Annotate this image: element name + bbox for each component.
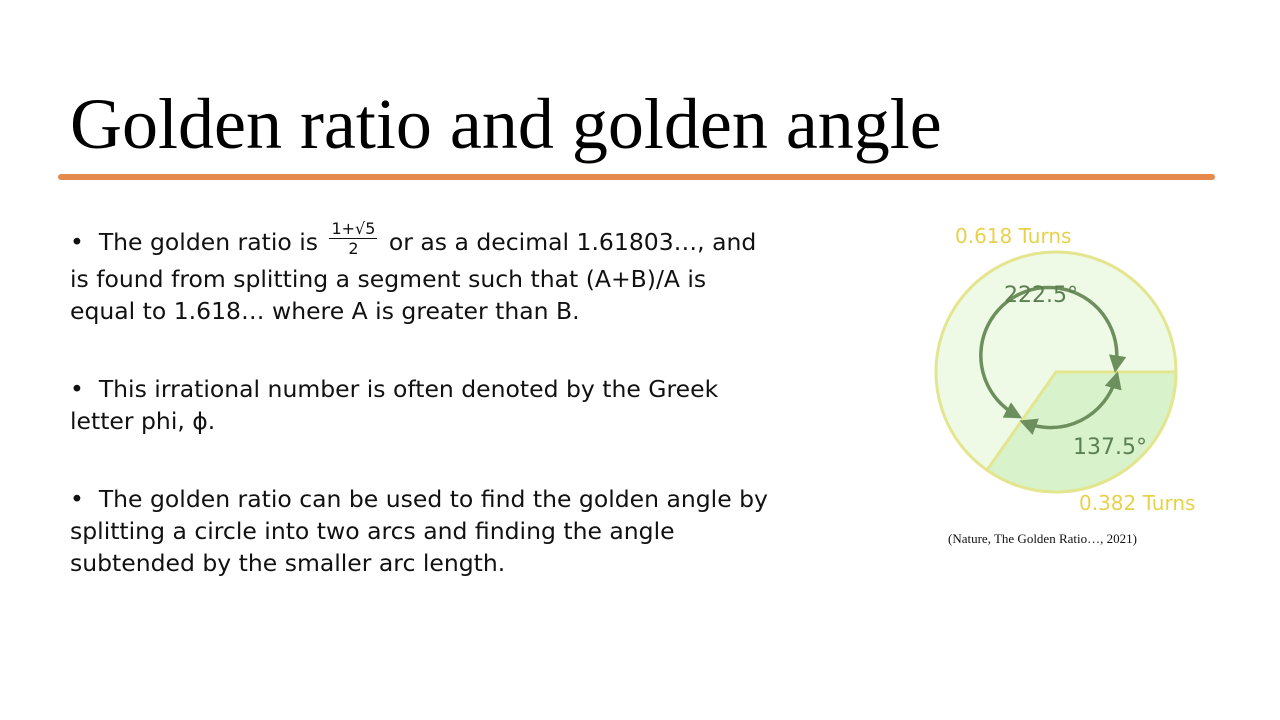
- small-angle-label: 137.5°: [1073, 435, 1147, 460]
- slide-title: Golden ratio and golden angle: [70, 84, 942, 164]
- title-underline: [58, 174, 1215, 180]
- bullet-golden-angle: • The golden ratio can be used to find t…: [70, 485, 768, 577]
- fraction-denominator: 2: [348, 239, 359, 258]
- golden-angle-diagram: 0.618 Turns 222.5° 137.5° 0.382 Turns: [934, 224, 1195, 515]
- fraction-numerator: 1+√5: [329, 219, 378, 239]
- bullet-golden-ratio: • The golden ratio is 1+√5 2 or as a deci…: [70, 219, 757, 326]
- golden-angle-figure: 0.618 Turns 222.5° 137.5° 0.382 Turns: [930, 222, 1220, 522]
- small-turns-label: 0.382 Turns: [1079, 491, 1195, 515]
- bullet-phi-text: This irrational number is often denoted …: [70, 375, 719, 435]
- large-turns-label: 0.618 Turns: [955, 224, 1071, 248]
- golden-ratio-fraction: 1+√5 2: [329, 219, 378, 259]
- large-angle-label: 222.5°: [1004, 283, 1078, 308]
- bullet-golden-angle-text: The golden ratio can be used to find the…: [70, 485, 768, 577]
- bullet-golden-ratio-prefix: The golden ratio is: [98, 228, 326, 256]
- bullet-list: • The golden ratio is 1+√5 2 or as a deci…: [70, 219, 770, 625]
- figure-caption: (Nature, The Golden Ratio…, 2021): [948, 531, 1137, 546]
- bullet-phi: • This irrational number is often denote…: [70, 375, 719, 435]
